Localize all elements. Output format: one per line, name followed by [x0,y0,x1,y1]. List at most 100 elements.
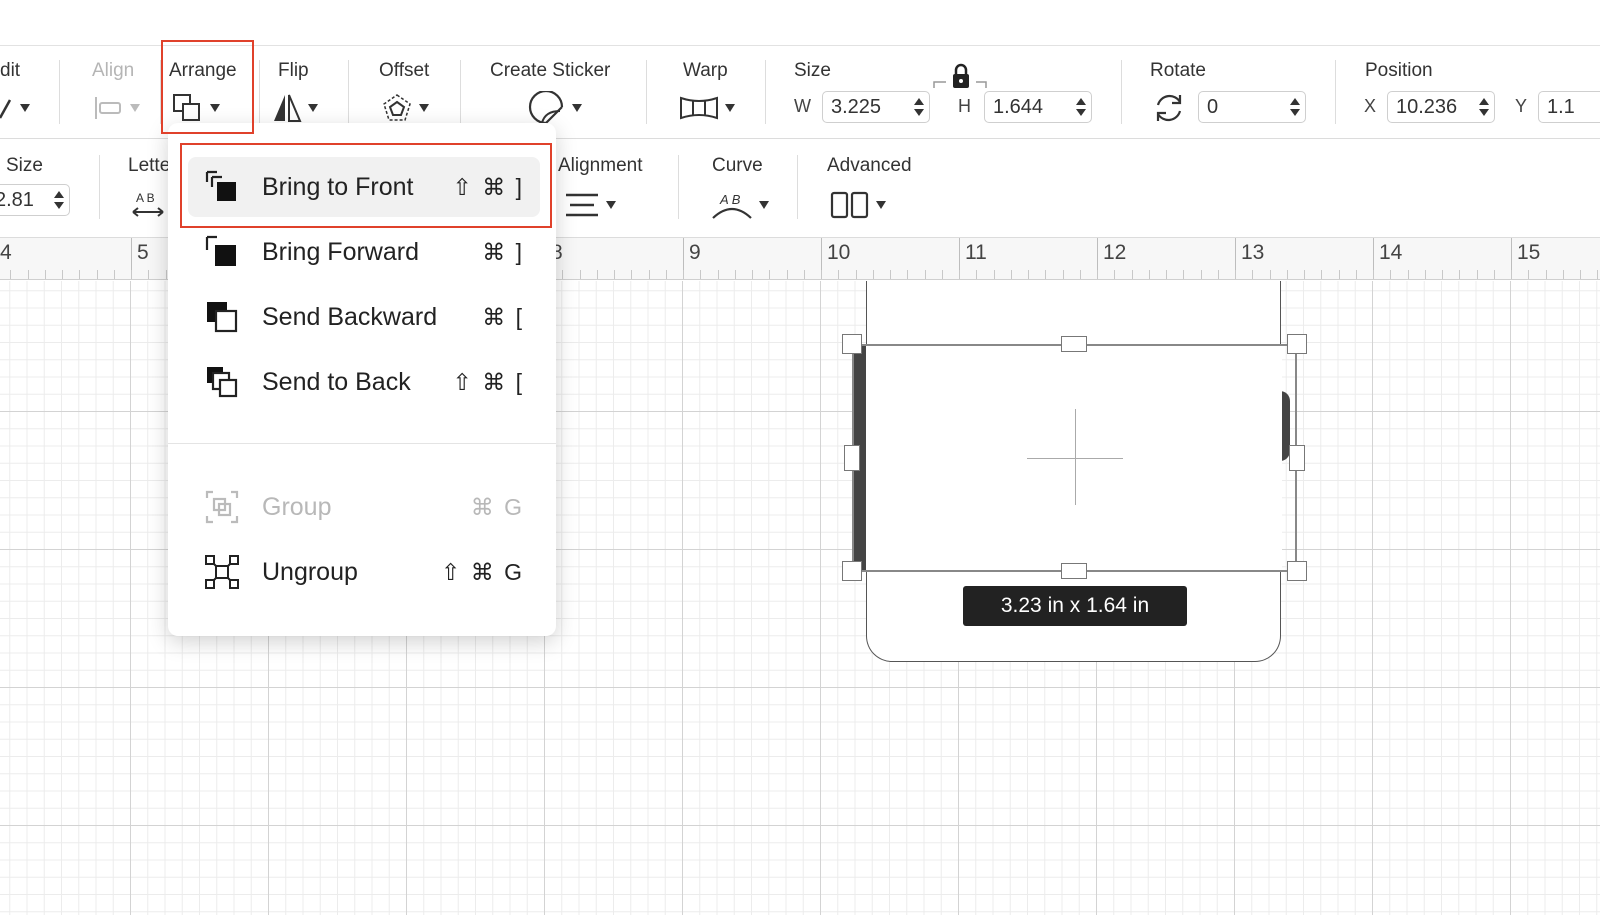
ruler-minor-tick [855,270,857,279]
resize-handle-bottom-right[interactable] [1287,561,1307,581]
flip-icon [274,94,302,122]
curve-text-icon: A B [712,192,752,219]
alignment-dropdown[interactable] [564,188,616,222]
divider [160,60,161,124]
lock-proportions-icon[interactable] [932,62,988,92]
size-label: Size [794,60,831,81]
menu-item-group: Group ⌘ G [188,477,540,537]
edit-dropdown[interactable] [0,91,30,125]
curve-label: Curve [712,155,763,176]
letter-space-control[interactable]: A B [130,188,166,222]
x-position-value: 10.236 [1396,95,1458,118]
ruler-minor-tick [786,270,788,279]
menu-item-send-to-back[interactable]: Send to Back ⇧ ⌘ [ [188,352,540,412]
resize-handle-left[interactable] [844,445,860,471]
arrow-down-icon [914,109,924,116]
menu-item-shortcut: ⇧ ⌘ G [441,558,524,585]
x-position-field[interactable]: 10.236 [1387,91,1495,123]
arrow-down-icon [1479,109,1489,116]
rotate-stepper[interactable] [1285,92,1305,122]
ruler-minor-tick [10,270,12,279]
arrow-up-icon [1076,98,1086,105]
align-label: Align [92,60,135,81]
ruler-minor-tick [769,270,771,279]
flip-label: Flip [278,60,309,81]
arrow-down-icon [1290,109,1300,116]
resize-handle-right[interactable] [1289,445,1305,471]
divider [1121,60,1122,124]
align-dropdown[interactable] [94,91,140,125]
menu-item-send-backward[interactable]: Send Backward ⌘ [ [188,287,540,347]
menu-divider [168,443,556,444]
chevron-down-icon [308,104,318,112]
divider [1335,60,1336,124]
ruler-minor-tick [1459,270,1461,279]
ruler-minor-tick [96,270,98,279]
edit-label: dit [0,60,21,81]
height-axis-label: H [958,96,971,116]
flip-dropdown[interactable] [272,91,318,125]
create-sticker-dropdown[interactable] [526,91,582,125]
resize-handle-top-right[interactable] [1287,334,1307,354]
font-size-field[interactable]: 2.81 [0,184,70,216]
arrow-down-icon [1076,109,1086,116]
rotate-label: Rotate [1150,60,1206,81]
arrange-menu: Bring to Front ⇧ ⌘ ] Bring Forward ⌘ ] S… [168,123,556,636]
offset-dropdown[interactable] [381,91,429,125]
ruler-number: 10 [827,241,851,264]
resize-handle-top-left[interactable] [842,334,862,354]
divider [765,60,766,124]
ruler-minor-tick [1373,270,1374,279]
align-left-icon [95,97,121,119]
curve-dropdown[interactable]: A B [711,188,769,222]
menu-item-ungroup[interactable]: Ungroup ⇧ ⌘ G [188,542,540,602]
ruler-minor-tick [665,270,667,279]
font-size-value: 2.81 [0,188,34,211]
menu-item-label: Send to Back [262,367,411,396]
menu-item-shortcut: ⌘ G [470,493,524,520]
chevron-down-icon [419,104,429,112]
menu-item-shortcut: ⌘ ] [482,238,524,265]
center-crosshair [1027,458,1123,459]
ruler-minor-tick [1217,270,1219,279]
resize-handle-bottom-left[interactable] [842,561,862,581]
menu-item-label: Group [262,492,332,521]
width-field[interactable]: 3.225 [822,91,930,123]
warp-dropdown[interactable] [679,91,735,125]
resize-handle-top[interactable] [1061,336,1087,352]
menu-item-bring-forward[interactable]: Bring Forward ⌘ ] [188,222,540,282]
height-field[interactable]: 1.644 [984,91,1092,123]
ruler-minor-tick [1062,270,1064,279]
menu-item-bring-to-front[interactable]: Bring to Front ⇧ ⌘ ] [188,157,540,217]
x-position-stepper[interactable] [1474,92,1494,122]
center-crosshair [1075,409,1076,505]
ruler-minor-tick [148,270,150,279]
chevron-down-icon [210,104,220,112]
ruler-minor-tick [717,270,719,279]
chevron-down-icon [130,104,140,112]
divider [99,155,100,219]
font-size-stepper[interactable] [49,185,69,215]
alignment-label: Alignment [558,155,643,176]
ruler-minor-tick [1079,270,1081,279]
arrange-icon [173,94,200,121]
advanced-icon [830,191,869,219]
ruler-minor-tick [907,270,909,279]
menu-item-label: Bring to Front [262,172,414,201]
height-stepper[interactable] [1071,92,1091,122]
ruler-minor-tick [1321,270,1323,279]
ruler-minor-tick [1235,270,1236,279]
resize-handle-bottom[interactable] [1061,563,1087,579]
group-icon [205,490,239,524]
width-stepper[interactable] [909,92,929,122]
y-position-field[interactable]: 1.1 [1538,91,1600,123]
ungroup-icon [205,555,239,589]
ruler-minor-tick [579,270,581,279]
advanced-dropdown[interactable] [830,188,886,222]
arrange-dropdown[interactable] [172,91,220,125]
menu-item-shortcut: ⇧ ⌘ ] [452,173,524,200]
divider [348,60,349,124]
ruler-minor-tick [27,270,29,279]
rotate-field[interactable]: 0 [1198,91,1306,123]
send-backward-icon [207,302,238,333]
